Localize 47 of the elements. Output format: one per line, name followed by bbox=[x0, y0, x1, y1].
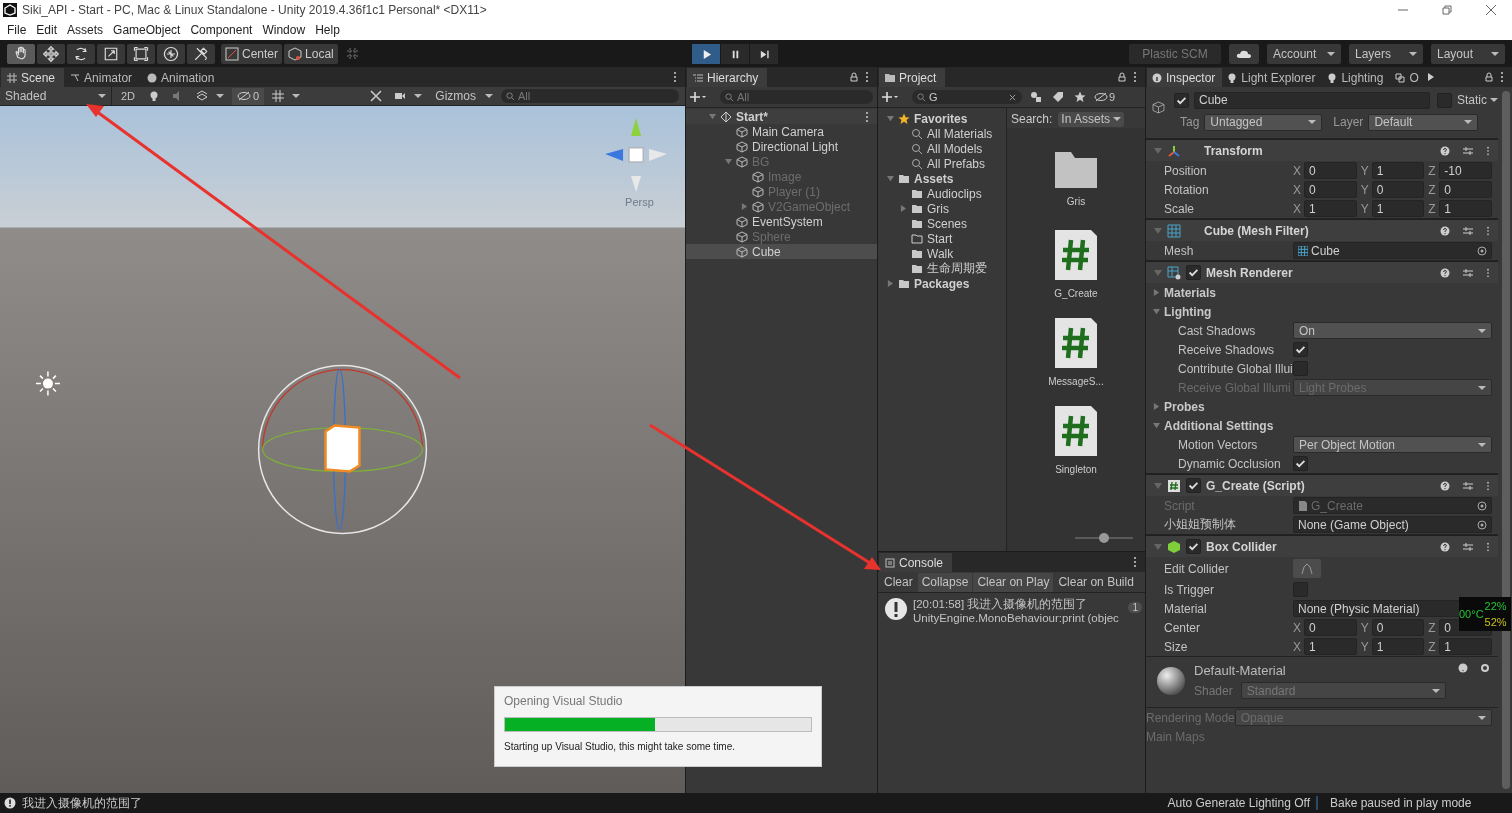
usage-reading: 52% bbox=[1484, 615, 1507, 630]
material-name: Default-Material bbox=[1194, 663, 1287, 678]
dialog-message: Starting up Visual Studio, this might take some time. bbox=[504, 741, 737, 752]
axis-label: Y bbox=[1360, 182, 1370, 197]
tag-label: Tag bbox=[1180, 115, 1200, 129]
property-label: Receive Shadows bbox=[1178, 342, 1276, 357]
axis-label: Z bbox=[1428, 163, 1437, 178]
axis-label: Y bbox=[1360, 201, 1370, 216]
axis-label: Z bbox=[1428, 620, 1437, 635]
temperature-reading: 00°C bbox=[1459, 608, 1484, 620]
property-label: Cast Shadows bbox=[1178, 323, 1257, 338]
axis-label: Y bbox=[1360, 163, 1370, 178]
property-label: Is Trigger bbox=[1164, 582, 1215, 597]
layer-label: Layer bbox=[1333, 115, 1364, 129]
axis-label: X bbox=[1293, 620, 1302, 635]
count-badge: 1 bbox=[1128, 602, 1142, 613]
shader-label: Shader bbox=[1194, 683, 1233, 698]
property-label: Edit Collider bbox=[1164, 561, 1230, 576]
dialog-title: Opening Visual Studio bbox=[504, 694, 624, 708]
component-title: Transform bbox=[1204, 143, 1263, 158]
property-label: Mesh bbox=[1164, 243, 1195, 258]
property-label: 小姐姐预制体 bbox=[1164, 516, 1237, 533]
axis-label: Y bbox=[1360, 639, 1370, 654]
property-label: Rotation bbox=[1164, 182, 1210, 197]
component-title: G_Create (Script) bbox=[1206, 478, 1305, 493]
axis-label: Y bbox=[1360, 620, 1370, 635]
window-title: Siki_API - Start - PC, Mac & Linux Standalone - Unity 2019.4.36f1c1 Personal* <DX11> bbox=[22, 3, 487, 17]
axis-label: Z bbox=[1428, 201, 1437, 216]
property-label: Contribute Global Illui bbox=[1178, 361, 1293, 376]
property-label: Center bbox=[1164, 620, 1202, 635]
view-label: Persp bbox=[625, 195, 654, 208]
axis-label: X bbox=[1293, 182, 1302, 197]
component-title: Cube (Mesh Filter) bbox=[1204, 223, 1309, 238]
axis-label: Z bbox=[1428, 182, 1437, 197]
property-label: Motion Vectors bbox=[1178, 437, 1259, 452]
property-label: Size bbox=[1164, 639, 1189, 654]
property-label: Position bbox=[1164, 163, 1208, 178]
axis-label: X bbox=[1293, 639, 1302, 654]
search-label: Search: bbox=[1011, 112, 1053, 126]
axis-label: X bbox=[1293, 201, 1302, 216]
property-label: Dynamic Occlusion bbox=[1178, 456, 1282, 471]
property-label: Material bbox=[1164, 601, 1208, 616]
axis-label: X bbox=[1293, 163, 1302, 178]
axis-label: Z bbox=[1428, 639, 1437, 654]
property-label: Scale bbox=[1164, 201, 1196, 216]
component-title: Box Collider bbox=[1206, 539, 1277, 554]
component-title: Mesh Renderer bbox=[1206, 265, 1293, 280]
